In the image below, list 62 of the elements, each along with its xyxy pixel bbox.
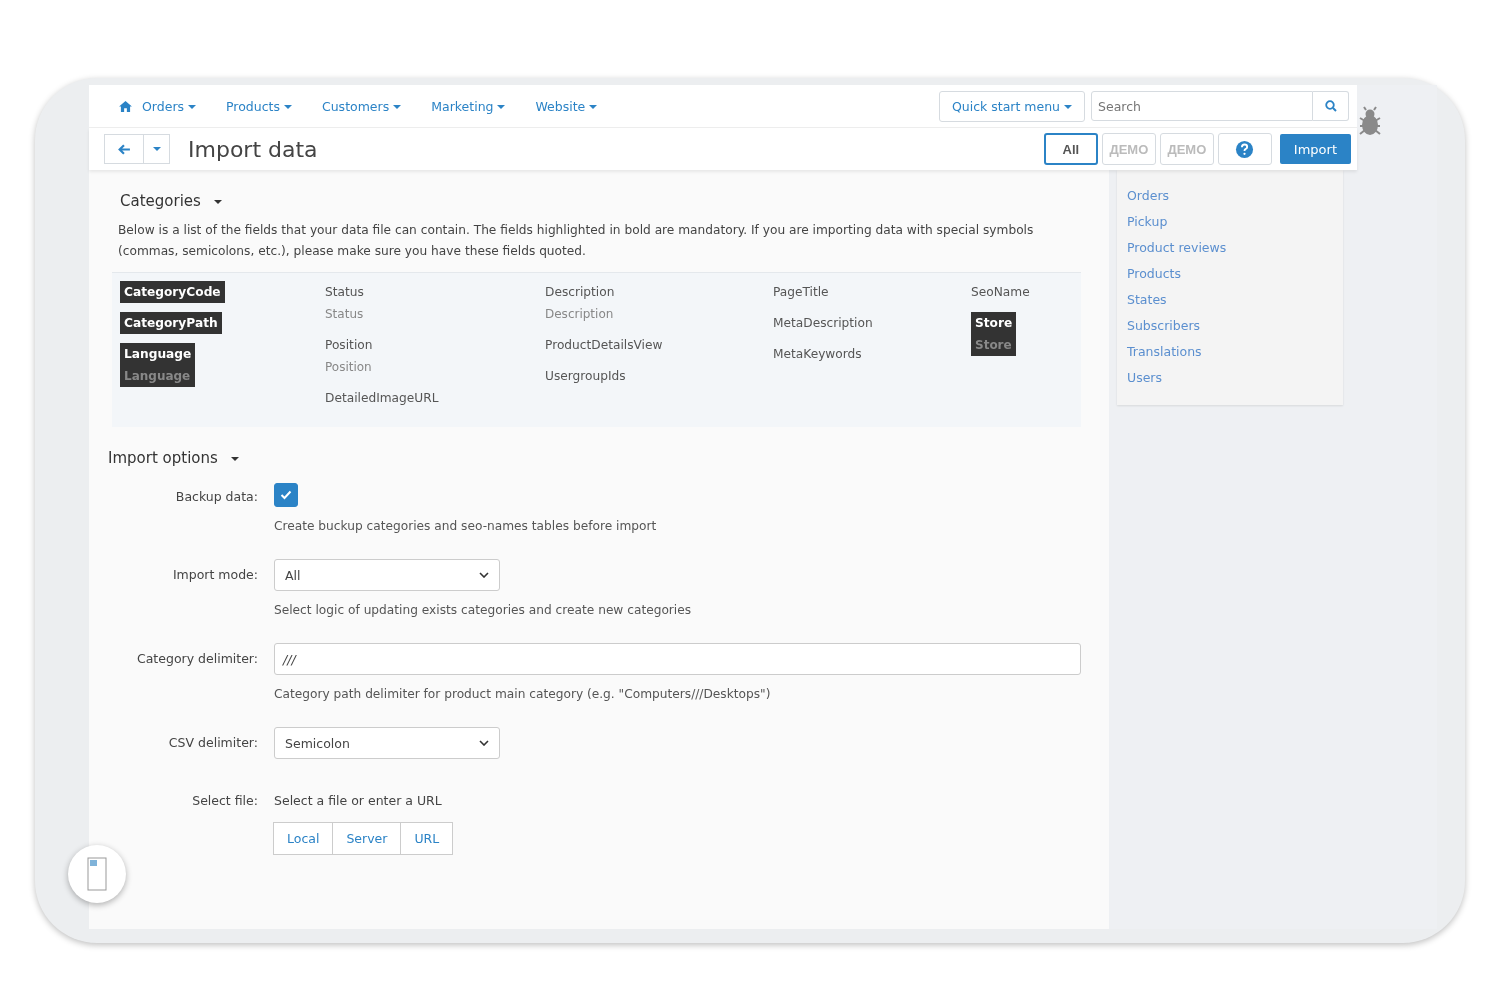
field-name: MetaDescription	[773, 315, 874, 332]
sidebar-link[interactable]: Orders	[1127, 188, 1333, 203]
sidebar-link[interactable]: Product reviews	[1127, 240, 1333, 255]
field-name: SeoName	[971, 284, 1031, 301]
field-name: ProductDetailsView	[545, 337, 664, 354]
search-field[interactable]: Search	[1091, 91, 1313, 121]
field-label: Select file:	[191, 792, 259, 810]
search-button[interactable]	[1313, 91, 1349, 121]
help-text: Select logic of updating exists categories and create new categories	[274, 603, 693, 617]
field-name: UsergroupIds	[545, 368, 627, 385]
sidebar-link[interactable]: Subscribers	[1127, 318, 1333, 333]
nav-menu-item[interactable]: Orders	[142, 98, 196, 114]
sidebar-link[interactable]: Users	[1127, 370, 1333, 385]
field-name: MetaKeywords	[773, 346, 863, 363]
sidebar-link[interactable]: States	[1127, 292, 1333, 307]
field-label: Category delimiter:	[136, 650, 259, 668]
sidebar-link[interactable]: Products	[1127, 266, 1333, 281]
checkmark-icon	[280, 490, 292, 500]
search-icon[interactable]	[1324, 100, 1337, 112]
field-name: PageTitle	[773, 284, 830, 301]
file-source-button[interactable]: Local	[273, 822, 334, 855]
arrow-left-icon	[117, 143, 131, 155]
nav-menu-item[interactable]: Products	[226, 98, 292, 114]
nav-menu-item[interactable]: Customers	[321, 98, 402, 114]
field-label: CSV delimiter:	[167, 734, 259, 752]
input-field[interactable]: ///	[274, 643, 1081, 675]
chevron-down-icon	[479, 572, 489, 578]
section-header[interactable]: Import options	[104, 427, 1081, 481]
help-icon	[1235, 139, 1255, 159]
select-dropdown[interactable]: All	[274, 559, 500, 591]
nav-menu-item[interactable]: Website	[535, 98, 598, 114]
preset-button[interactable]: All	[1043, 133, 1098, 165]
mandatory-field-tag: Store Store	[971, 312, 1017, 356]
file-source-button[interactable]: Server	[332, 822, 402, 855]
help-button[interactable]	[1217, 133, 1272, 165]
quick-start-menu-button[interactable]: Quick start menu	[938, 90, 1085, 122]
section-header[interactable]: Categories	[104, 184, 1081, 220]
description-text: Below is a list of the fields that your data file can contain. The fields highlighted in bold are mandatory. If you are importing data with special symbols (commas, semicolons, etc.), please make sure you have these fields quoted.	[118, 222, 1035, 260]
sidebar-link[interactable]: Translations	[1127, 344, 1333, 359]
mandatory-field-tag: CategoryCode	[120, 281, 225, 303]
field-label: Import mode:	[171, 566, 259, 584]
nav-menu-item[interactable]: Marketing	[431, 98, 506, 114]
file-hint: Select a file or enter a URL	[274, 792, 443, 810]
file-source-button[interactable]: URL	[400, 822, 454, 855]
mandatory-field-tag: CategoryPath	[120, 312, 222, 334]
field-name: Status Status	[325, 284, 365, 323]
page-title: Import data	[188, 136, 318, 162]
import-button[interactable]: Import	[1279, 134, 1351, 164]
image-icon	[87, 857, 107, 891]
chevron-down-icon	[479, 740, 489, 746]
field-name: DetailedImageURL	[325, 390, 440, 407]
mandatory-field-tag: Language Language	[120, 343, 196, 387]
field-name: Position Position	[325, 337, 374, 376]
back-button[interactable]	[104, 134, 144, 164]
help-text: Create buckup categories and seo-names tables before import	[274, 519, 658, 533]
home-icon[interactable]	[119, 100, 132, 112]
field-name: Description Description	[545, 284, 616, 323]
checkbox[interactable]	[274, 483, 298, 507]
field-label: Backup data:	[174, 488, 259, 506]
help-text: Category path delimiter for product main category (e.g. "Computers///Desktops")	[274, 687, 772, 701]
select-dropdown[interactable]: Semicolon	[274, 727, 500, 759]
sidebar-link[interactable]: Pickup	[1127, 214, 1333, 229]
